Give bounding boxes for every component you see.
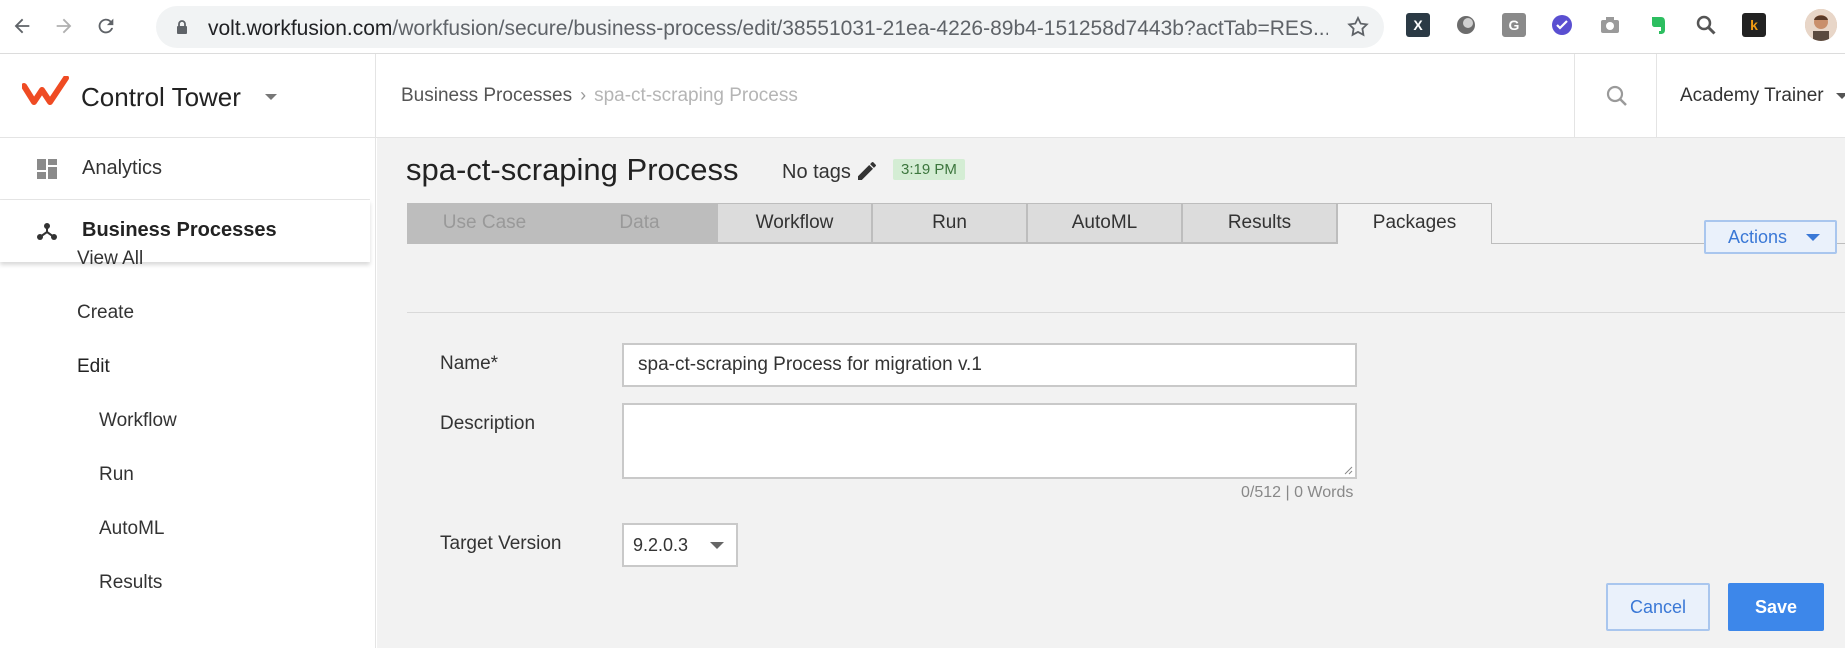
name-input[interactable] [622, 343, 1357, 387]
sidebar-sub-run[interactable]: Run [99, 464, 134, 486]
sidebar-sub-edit[interactable]: Edit [77, 356, 110, 378]
actions-label: Actions [1728, 227, 1788, 247]
tab-run[interactable]: Run [872, 203, 1027, 243]
description-label: Description [440, 413, 536, 434]
chevron-down-icon [265, 94, 277, 100]
page-title: spa-ct-scraping Process [406, 152, 739, 187]
tab-packages[interactable]: Packages [1337, 203, 1492, 244]
profile-avatar[interactable] [1805, 9, 1837, 41]
user-menu[interactable]: Academy Trainer [1680, 85, 1845, 107]
address-bar[interactable]: volt.workfusion.com/workfusion/secure/bu… [156, 6, 1384, 48]
cancel-button[interactable]: Cancel [1606, 583, 1710, 631]
tab-results[interactable]: Results [1182, 203, 1337, 243]
breadcrumb-current: spa-ct-scraping Process [594, 85, 798, 106]
check-extension-icon[interactable] [1550, 13, 1574, 37]
description-textarea[interactable] [622, 403, 1357, 479]
forward-arrow-icon [56, 18, 72, 34]
chevron-down-icon [1835, 92, 1845, 99]
breadcrumb: Business Processes › spa-ct-scraping Proce… [401, 85, 798, 107]
back-button[interactable] [8, 12, 36, 40]
process-graph-icon [37, 223, 57, 240]
target-version-value: 9.2.0.3 [633, 535, 689, 555]
x-extension-icon[interactable]: X [1406, 13, 1430, 37]
sidebar-sub-view-all[interactable]: View All [77, 248, 143, 270]
time-badge: 3:19 PM [893, 159, 965, 180]
browser-toolbar: volt.workfusion.com/workfusion/secure/bu… [0, 0, 1845, 54]
sidebar: Analytics Business Processes View All Cr… [0, 138, 376, 648]
target-version-label: Target Version [440, 533, 562, 554]
main-content: spa-ct-scraping Process No tags 3:19 PM … [377, 138, 1845, 648]
bookmark-star-icon[interactable] [1346, 15, 1370, 39]
reload-icon [98, 18, 114, 34]
actions-bar [407, 244, 1845, 351]
sidebar-item-label: Analytics [82, 157, 163, 179]
evernote-extension-icon[interactable] [1646, 13, 1670, 37]
app-title: Control Tower [81, 82, 241, 112]
form-divider [407, 312, 1845, 313]
search-button[interactable] [1574, 54, 1657, 138]
search-icon [1606, 85, 1627, 106]
url-path: /workfusion/secure/business-process/edit… [392, 17, 1328, 40]
user-name: Academy Trainer [1680, 85, 1824, 106]
circle-extension-icon[interactable] [1454, 13, 1478, 37]
resize-handle-icon[interactable] [1343, 465, 1353, 475]
tab-automl[interactable]: AutoML [1027, 203, 1182, 243]
magnifier-extension-icon[interactable] [1694, 13, 1718, 37]
pencil-edit-icon[interactable] [855, 159, 879, 183]
lock-icon [177, 20, 187, 34]
k-extension-icon[interactable]: k [1742, 13, 1766, 37]
sidebar-sub-workflow[interactable]: Workflow [99, 410, 177, 432]
chevron-down-icon [1806, 234, 1820, 241]
camera-extension-icon[interactable] [1598, 13, 1622, 37]
tags-label: No tags [782, 161, 851, 183]
sidebar-sub-create[interactable]: Create [77, 302, 134, 324]
g-extension-icon[interactable]: G [1502, 13, 1526, 37]
target-version-select[interactable]: 9.2.0.3 [622, 523, 738, 567]
chevron-right-icon: › [580, 85, 587, 105]
back-arrow-icon [14, 18, 30, 34]
sidebar-item-business-processes[interactable]: Business Processes [0, 200, 370, 262]
app-header: Control Tower Business Processes › spa-ct-… [0, 54, 1845, 138]
workfusion-logo-icon [22, 76, 69, 105]
actions-dropdown-button[interactable]: Actions [1704, 220, 1837, 254]
breadcrumb-parent[interactable]: Business Processes [401, 85, 572, 106]
sidebar-item-label: Business Processes [82, 219, 277, 241]
sidebar-item-analytics[interactable]: Analytics [0, 138, 370, 200]
tab-workflow[interactable]: Workflow [717, 203, 872, 243]
tab-data: Data [562, 203, 717, 243]
url-text: volt.workfusion.com/workfusion/secure/bu… [208, 17, 1328, 41]
sidebar-sub-results[interactable]: Results [99, 572, 162, 594]
chevron-down-icon [710, 542, 724, 549]
save-button[interactable]: Save [1728, 583, 1824, 631]
sidebar-sub-automl[interactable]: AutoML [99, 518, 164, 540]
forward-button[interactable] [50, 12, 78, 40]
dashboard-icon [37, 159, 57, 179]
description-counter: 0/512 | 0 Words [1241, 484, 1354, 501]
brand-switcher[interactable]: Control Tower [0, 54, 376, 138]
reload-button[interactable] [92, 12, 120, 40]
url-host: volt.workfusion.com [208, 17, 393, 40]
name-label: Name* [440, 353, 499, 374]
tab-use-case: Use Case [407, 203, 562, 243]
